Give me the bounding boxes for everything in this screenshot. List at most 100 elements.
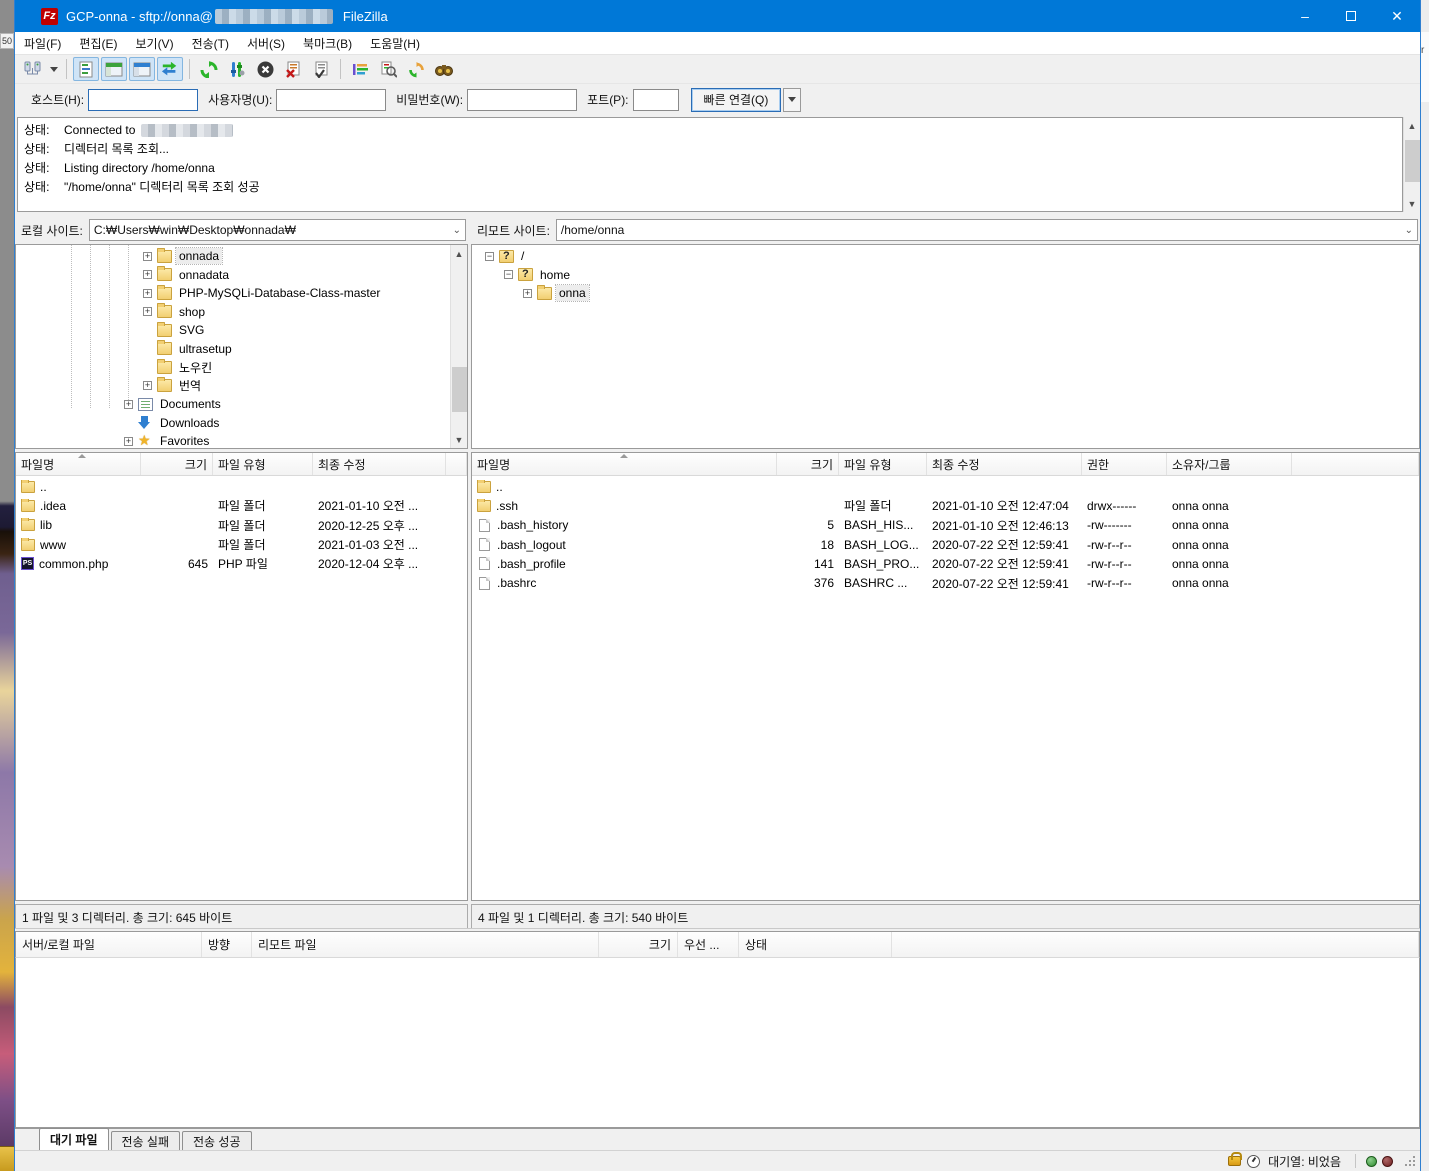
quickconnect-dropdown[interactable] bbox=[783, 88, 801, 112]
tree-expand-icon[interactable]: + bbox=[124, 400, 133, 409]
tree-item[interactable]: +onnadata bbox=[16, 266, 450, 285]
disconnect-button[interactable] bbox=[280, 57, 306, 81]
reconnect-button[interactable] bbox=[308, 57, 334, 81]
column-header[interactable]: 파일 유형 bbox=[839, 453, 927, 475]
queue-column-header[interactable]: 리모트 파일 bbox=[252, 932, 599, 957]
tree-item[interactable]: +shop bbox=[16, 303, 450, 322]
tree-collapse-icon[interactable]: − bbox=[504, 270, 513, 279]
scroll-up-icon[interactable]: ▲ bbox=[451, 245, 468, 262]
menu-item-4[interactable]: 서버(S) bbox=[238, 32, 294, 54]
local-tree-scrollbar[interactable]: ▲ ▼ bbox=[450, 245, 467, 448]
queue-column-header[interactable]: 상태 bbox=[739, 932, 892, 957]
tree-collapse-icon[interactable]: − bbox=[485, 252, 494, 261]
quickconnect-button[interactable]: 빠른 연결(Q) bbox=[691, 88, 782, 112]
toggle-log-button[interactable] bbox=[73, 57, 99, 81]
file-row[interactable]: .. bbox=[16, 477, 467, 496]
column-header[interactable]: 최종 수정 bbox=[927, 453, 1082, 475]
title-bar[interactable]: Fz GCP-onna - sftp://onna@ FileZilla – ✕ bbox=[15, 0, 1420, 32]
tree-expand-icon[interactable]: + bbox=[143, 307, 152, 316]
scroll-up-icon[interactable]: ▲ bbox=[1404, 117, 1421, 134]
menu-item-1[interactable]: 편집(E) bbox=[70, 32, 126, 54]
process-queue-button[interactable] bbox=[224, 57, 250, 81]
site-manager-dropdown[interactable] bbox=[47, 57, 61, 81]
file-row[interactable]: .. bbox=[472, 477, 1419, 496]
speed-limit-icon[interactable] bbox=[1247, 1155, 1260, 1168]
column-header[interactable]: 크기 bbox=[141, 453, 213, 475]
column-header[interactable]: 소유자/그룹 bbox=[1167, 453, 1292, 475]
file-row[interactable]: .bash_history5BASH_HIS...2021-01-10 오전 1… bbox=[472, 516, 1419, 535]
cancel-button[interactable] bbox=[252, 57, 278, 81]
queue-column-header[interactable]: 서버/로컬 파일 bbox=[16, 932, 202, 957]
tree-item[interactable]: +Documents bbox=[16, 395, 450, 414]
find-button[interactable] bbox=[431, 57, 457, 81]
file-row[interactable]: .idea파일 폴더2021-01-10 오전 ... bbox=[16, 496, 467, 515]
chevron-down-icon[interactable]: ⌄ bbox=[1405, 225, 1413, 236]
menu-item-2[interactable]: 보기(V) bbox=[126, 32, 182, 54]
tree-expand-icon[interactable]: + bbox=[143, 252, 152, 261]
menu-item-3[interactable]: 전송(T) bbox=[183, 32, 238, 54]
menu-item-6[interactable]: 도움말(H) bbox=[361, 32, 429, 54]
compare-button[interactable] bbox=[375, 57, 401, 81]
tree-item[interactable]: +onna bbox=[472, 284, 1419, 303]
tree-item[interactable]: 노우킨 bbox=[16, 358, 450, 377]
tree-item[interactable]: ultrasetup bbox=[16, 340, 450, 359]
username-input[interactable] bbox=[276, 89, 386, 111]
tree-expand-icon[interactable]: + bbox=[143, 270, 152, 279]
tree-item[interactable]: +번역 bbox=[16, 377, 450, 396]
tree-expand-icon[interactable]: + bbox=[523, 289, 532, 298]
tree-item[interactable]: +Favorites bbox=[16, 432, 450, 449]
log-scroll-thumb[interactable] bbox=[1405, 140, 1420, 182]
local-tree-scroll-thumb[interactable] bbox=[452, 367, 467, 412]
tree-expand-icon[interactable]: + bbox=[124, 437, 133, 446]
menu-item-0[interactable]: 파일(F) bbox=[15, 32, 70, 54]
tree-item[interactable]: +onnada bbox=[16, 247, 450, 266]
file-row[interactable]: lib파일 폴더2020-12-25 오후 ... bbox=[16, 516, 467, 535]
local-path-combobox[interactable]: C:₩Users₩win₩Desktop₩onnada₩ ⌄ bbox=[89, 219, 466, 241]
resize-grip[interactable] bbox=[1404, 1155, 1416, 1167]
queue-body[interactable] bbox=[15, 957, 1420, 1128]
queue-column-header[interactable]: 방향 bbox=[202, 932, 252, 957]
remote-path-combobox[interactable]: /home/onna ⌄ bbox=[556, 219, 1418, 241]
log-scroll-track[interactable] bbox=[1404, 134, 1421, 195]
tab-1[interactable]: 전송 실패 bbox=[111, 1131, 181, 1150]
queue-column-header[interactable]: 우선 ... bbox=[678, 932, 739, 957]
tree-item[interactable]: Downloads bbox=[16, 414, 450, 433]
refresh-button[interactable] bbox=[196, 57, 222, 81]
queue-column-header[interactable]: 크기 bbox=[599, 932, 678, 957]
toggle-queue-button[interactable] bbox=[157, 57, 183, 81]
tab-2[interactable]: 전송 성공 bbox=[182, 1131, 252, 1150]
maximize-button[interactable] bbox=[1328, 0, 1374, 32]
file-row[interactable]: .bash_logout18BASH_LOG...2020-07-22 오전 1… bbox=[472, 535, 1419, 554]
file-row[interactable]: .bash_profile141BASH_PRO...2020-07-22 오전… bbox=[472, 554, 1419, 573]
host-input[interactable] bbox=[88, 89, 198, 111]
column-header[interactable]: 권한 bbox=[1082, 453, 1167, 475]
tree-item[interactable]: −/ bbox=[472, 247, 1419, 266]
scroll-down-icon[interactable]: ▼ bbox=[451, 431, 468, 448]
close-button[interactable]: ✕ bbox=[1374, 0, 1420, 32]
minimize-button[interactable]: – bbox=[1282, 0, 1328, 32]
column-header[interactable]: 크기 bbox=[777, 453, 839, 475]
file-row[interactable]: .ssh파일 폴더2021-01-10 오전 12:47:04drwx-----… bbox=[472, 496, 1419, 515]
chevron-down-icon[interactable]: ⌄ bbox=[453, 225, 461, 236]
file-row[interactable]: www파일 폴더2021-01-03 오전 ... bbox=[16, 535, 467, 554]
password-input[interactable] bbox=[467, 89, 577, 111]
tab-0[interactable]: 대기 파일 bbox=[39, 1128, 109, 1150]
tree-item[interactable]: +PHP-MySQLi-Database-Class-master bbox=[16, 284, 450, 303]
log-scrollbar[interactable]: ▲ ▼ bbox=[1403, 117, 1420, 212]
local-tree-scroll-track[interactable] bbox=[451, 262, 468, 431]
toggle-local-tree-button[interactable] bbox=[101, 57, 127, 81]
menu-item-5[interactable]: 북마크(B) bbox=[294, 32, 361, 54]
filter-button[interactable] bbox=[347, 57, 373, 81]
port-input[interactable] bbox=[633, 89, 679, 111]
synchronized-browsing-button[interactable] bbox=[403, 57, 429, 81]
column-header[interactable]: 파일 유형 bbox=[213, 453, 313, 475]
tree-item[interactable]: −home bbox=[472, 266, 1419, 285]
column-header[interactable]: 최종 수정 bbox=[313, 453, 446, 475]
tree-expand-icon[interactable]: + bbox=[143, 381, 152, 390]
file-row[interactable]: common.php645PHP 파일2020-12-04 오후 ... bbox=[16, 554, 467, 573]
file-row[interactable]: .bashrc376BASHRC ...2020-07-22 오전 12:59:… bbox=[472, 573, 1419, 592]
tree-item[interactable]: SVG bbox=[16, 321, 450, 340]
site-manager-button[interactable] bbox=[20, 57, 46, 81]
tree-expand-icon[interactable]: + bbox=[143, 289, 152, 298]
scroll-down-icon[interactable]: ▼ bbox=[1404, 195, 1421, 212]
